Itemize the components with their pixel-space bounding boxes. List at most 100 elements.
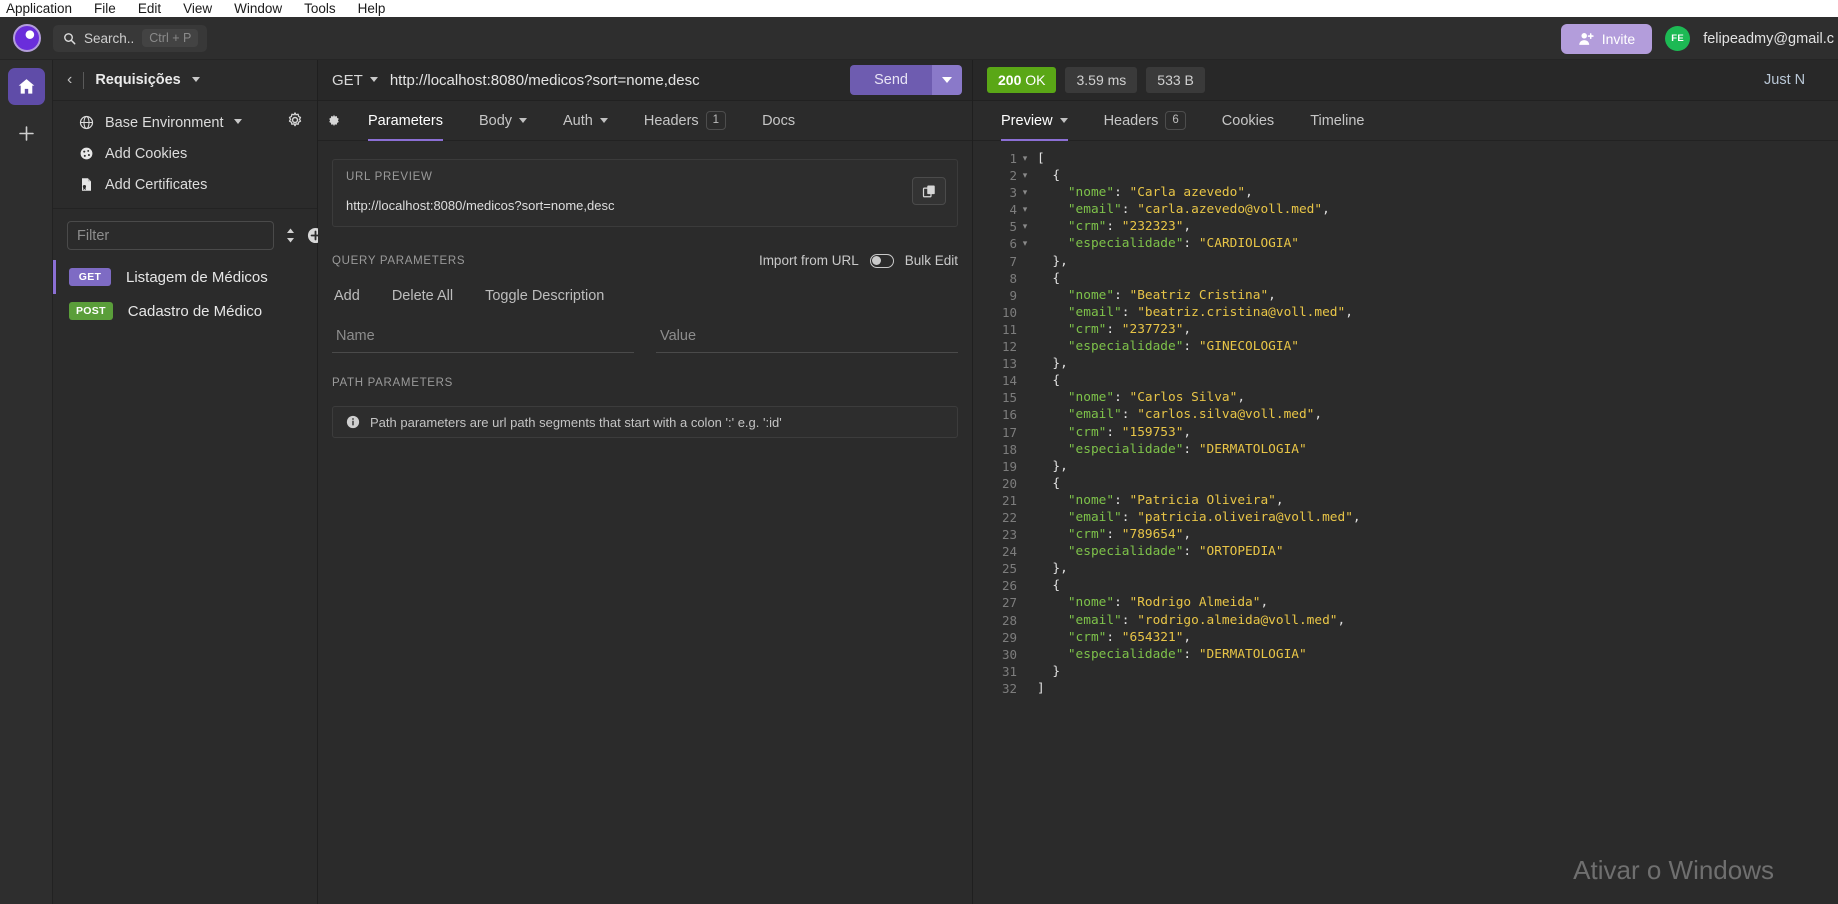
line-number: 20: [1001, 475, 1017, 491]
line-number: 13: [1001, 356, 1017, 372]
os-menu-item-edit[interactable]: Edit: [138, 0, 161, 17]
os-menu-item-view[interactable]: View: [183, 0, 212, 17]
query-param-action-toggle-description[interactable]: Toggle Description: [485, 288, 604, 304]
sidebar-header: ‹ Requisições: [53, 60, 317, 100]
json-key: "email": [1067, 407, 1122, 423]
activity-item-home[interactable]: [7, 68, 45, 105]
tab-label: Preview: [1001, 112, 1053, 129]
line-number: 7: [1009, 253, 1017, 269]
os-menu-item-application[interactable]: Application: [6, 0, 72, 17]
sidebar-back-button[interactable]: ‹: [67, 72, 72, 88]
filter-input[interactable]: [67, 221, 274, 250]
json-key: "email": [1067, 304, 1122, 320]
response-body-viewer[interactable]: 1 2 3 4 5 6 7 8 9 10 11 12 13 14 15 16 17 18 19 20 21 22 23 24 2…: [973, 141, 1838, 904]
sidebar-item-add-certificates[interactable]: Add Certificates: [53, 169, 317, 200]
tab-docs[interactable]: Docs: [744, 101, 813, 141]
account-email[interactable]: felipeadmy@gmail.c: [1703, 31, 1834, 47]
copy-url-button[interactable]: [912, 177, 946, 205]
divider: [83, 71, 85, 89]
toggle-knob-icon: [872, 256, 882, 265]
fold-toggle-icon[interactable]: ▾: [1017, 150, 1033, 167]
code-line: "especialidade": "CARDIOLOGIA": [1067, 236, 1299, 252]
query-param-name-input[interactable]: [336, 328, 630, 344]
os-menu-item-window[interactable]: Window: [234, 0, 282, 17]
code-line: {: [1037, 168, 1061, 184]
line-number: 18: [1001, 441, 1017, 457]
tab-parameters[interactable]: Parameters: [350, 101, 461, 141]
tab-body[interactable]: Body: [461, 101, 545, 141]
tab-auth[interactable]: Auth: [545, 101, 626, 141]
tab-cookies[interactable]: Cookies: [1204, 101, 1292, 141]
status-badge[interactable]: 200 OK: [987, 67, 1057, 93]
json-value: "Carla azevedo": [1129, 185, 1246, 201]
fold-toggle-icon[interactable]: ▾: [1017, 235, 1033, 252]
send-options-button[interactable]: [932, 65, 962, 95]
sidebar-filter-row: [53, 209, 324, 260]
globe-icon: [79, 115, 94, 130]
line-number: 4: [1009, 202, 1017, 218]
url-preview-box: URL PREVIEW http://localhost:8080/medico…: [332, 159, 958, 227]
environment-chevron-down-icon[interactable]: [234, 119, 243, 124]
bulk-edit-toggle[interactable]: [869, 253, 894, 268]
invite-button[interactable]: Invite: [1560, 23, 1653, 54]
bulk-edit-label[interactable]: Bulk Edit: [905, 253, 958, 268]
tab-label: Docs: [762, 112, 796, 129]
environment-settings-button[interactable]: [287, 112, 303, 128]
request-settings-button[interactable]: [318, 114, 350, 128]
insomnia-logo-icon: [12, 24, 41, 52]
code-line: }: [1037, 663, 1061, 679]
send-button[interactable]: Send: [850, 65, 932, 95]
query-param-value-field[interactable]: [656, 322, 958, 353]
json-key: "crm": [1067, 424, 1107, 440]
os-menu-item-tools[interactable]: Tools: [304, 0, 336, 17]
fold-toggle-icon[interactable]: ▾: [1017, 167, 1033, 184]
app-header: Search.. Ctrl + P Invite FE felipeadmy@g…: [0, 17, 1838, 60]
request-list-item[interactable]: POST Cadastro de Médico: [53, 294, 317, 328]
query-param-value-input[interactable]: [660, 328, 954, 344]
response-json: [ { "nome": "Carla azevedo", "email": "c…: [1033, 150, 1361, 904]
json-key: "especialidade": [1067, 544, 1184, 560]
request-list-item[interactable]: GET Listagem de Médicos: [53, 260, 317, 294]
certificate-icon: [79, 177, 94, 192]
request-method-badge: POST: [69, 302, 113, 320]
query-param-action-delete-all[interactable]: Delete All: [392, 288, 453, 304]
os-menu-item-file[interactable]: File: [94, 0, 116, 17]
import-from-url-link[interactable]: Import from URL: [759, 253, 859, 268]
fold-toggle-icon[interactable]: ▾: [1017, 218, 1033, 235]
fold-toggle-icon[interactable]: ▾: [1017, 201, 1033, 218]
search-input[interactable]: Search.. Ctrl + P: [53, 24, 208, 52]
method-selector[interactable]: GET: [332, 72, 378, 89]
windows-activation-watermark: Ativar o Windows: [1573, 855, 1774, 885]
tab-timeline[interactable]: Timeline: [1292, 101, 1382, 141]
query-param-name-field[interactable]: [332, 322, 634, 353]
url-input[interactable]: http://localhost:8080/medicos?sort=nome,…: [390, 72, 850, 89]
code-line: },: [1037, 458, 1068, 474]
avatar[interactable]: FE: [1665, 26, 1691, 51]
line-number: 8: [1009, 270, 1017, 286]
os-menu-item-help[interactable]: Help: [358, 0, 386, 17]
sort-button[interactable]: [284, 227, 297, 244]
query-param-action-add[interactable]: Add: [334, 288, 360, 304]
json-key: "crm": [1067, 219, 1107, 235]
tab-headers[interactable]: Headers 1: [626, 101, 744, 141]
gear-icon: [329, 114, 339, 126]
code-line: "email": "rodrigo.almeida@voll.med",: [1067, 612, 1346, 628]
activity-item-add[interactable]: [8, 115, 45, 152]
json-value: "Beatriz Cristina": [1129, 287, 1269, 303]
chevron-down-icon: [942, 77, 952, 83]
code-line: "especialidade": "ORTOPEDIA": [1067, 544, 1284, 560]
response-size-badge[interactable]: 533 B: [1146, 67, 1205, 93]
response-time-badge[interactable]: 3.59 ms: [1065, 67, 1138, 93]
request-method-badge: GET: [69, 268, 111, 286]
sidebar-title-chevron-down-icon[interactable]: [191, 76, 200, 82]
fold-toggle-icon[interactable]: ▾: [1017, 184, 1033, 201]
sidebar-item-add-cookies[interactable]: Add Cookies: [53, 138, 317, 169]
code-line: },: [1037, 253, 1068, 269]
tab-label: Body: [478, 112, 513, 129]
sidebar-item-base-environment[interactable]: Base Environment: [53, 107, 317, 138]
code-line: "email": "beatriz.cristina@voll.med",: [1067, 304, 1353, 320]
plus-icon: [18, 126, 34, 141]
tab-preview[interactable]: Preview: [983, 101, 1086, 141]
tab-headers[interactable]: Headers 6: [1086, 101, 1204, 141]
code-fold-gutter[interactable]: ▾ ▾ ▾ ▾ ▾ ▾: [1017, 150, 1033, 904]
